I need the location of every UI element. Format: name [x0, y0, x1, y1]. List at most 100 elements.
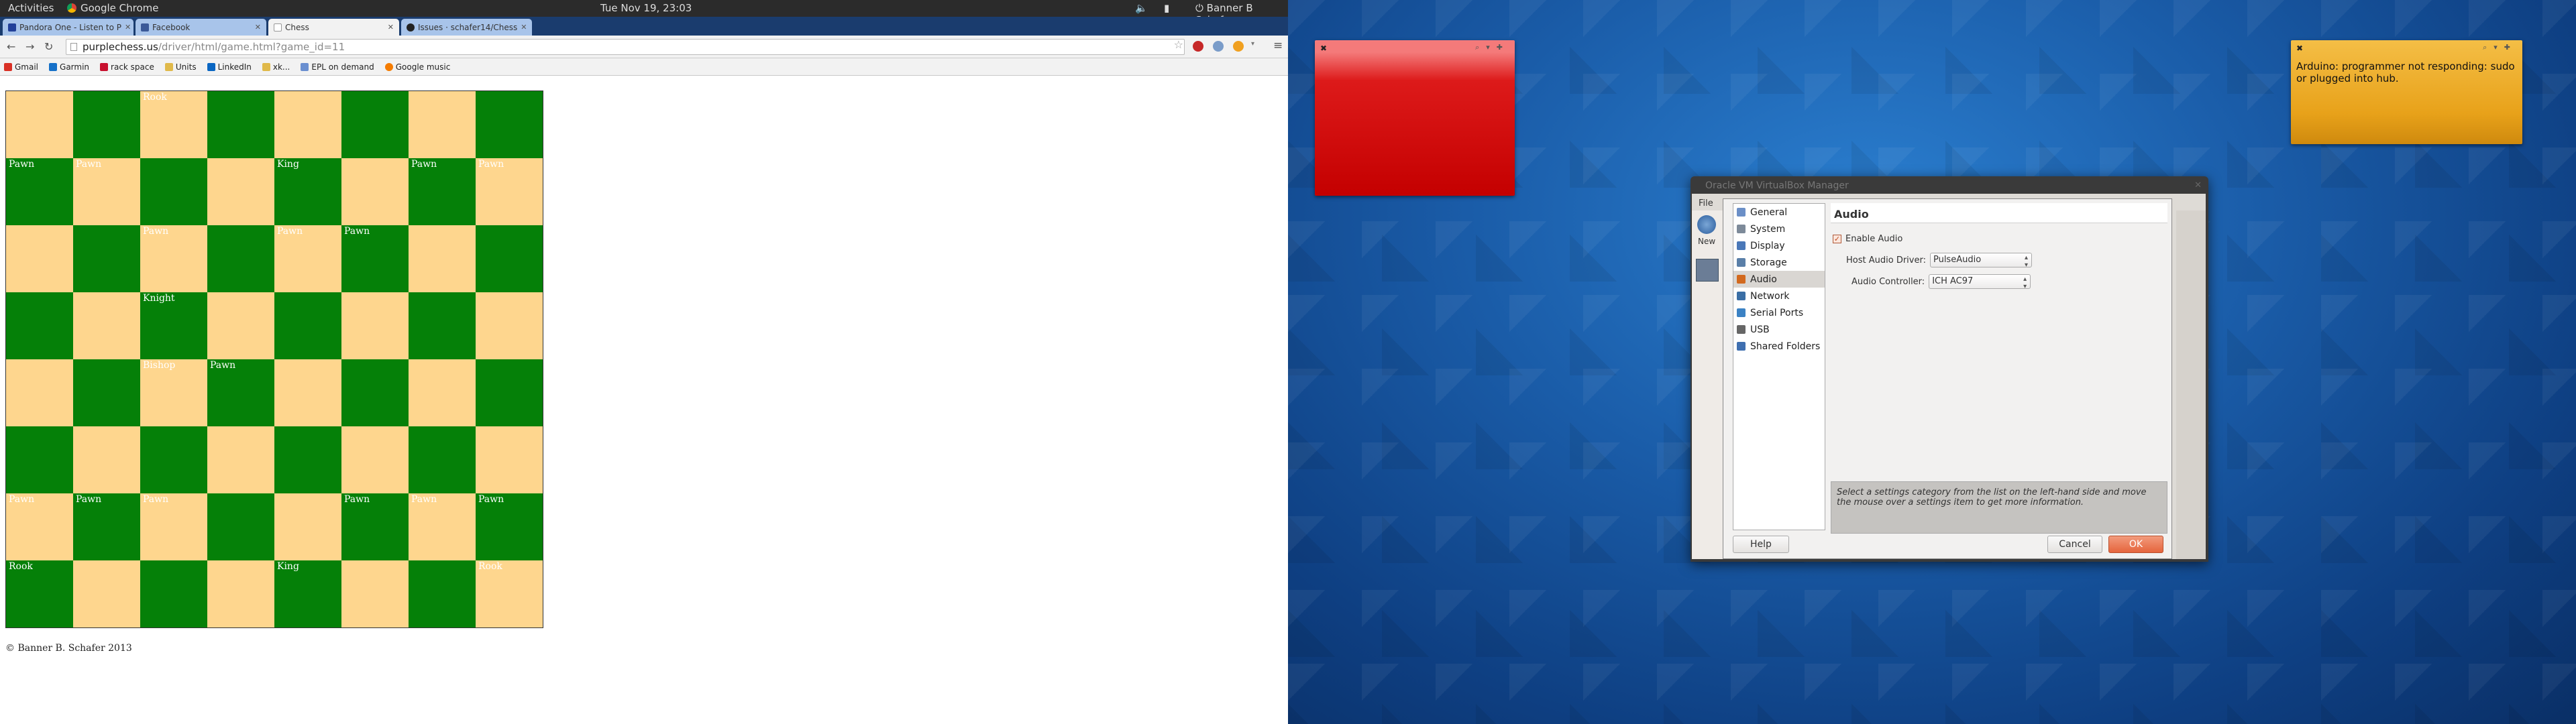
volume-icon[interactable]: 🔈	[1135, 2, 1148, 14]
file-menu[interactable]: File	[1699, 198, 1713, 208]
board-square[interactable]	[409, 359, 476, 426]
activities-button[interactable]: Activities	[8, 2, 54, 14]
board-square[interactable]	[6, 359, 73, 426]
board-square[interactable]: Pawn	[207, 359, 274, 426]
close-window-icon[interactable]: ✕	[2194, 180, 2202, 190]
category-general[interactable]: General	[1733, 204, 1825, 221]
board-square[interactable]: Rook	[140, 91, 207, 158]
reload-icon[interactable]: ↻	[44, 40, 53, 53]
board-square[interactable]	[73, 426, 140, 493]
bookmark-google-music[interactable]: Google music	[384, 62, 450, 72]
close-icon[interactable]: ✖	[2296, 44, 2303, 53]
adblock-icon[interactable]	[1193, 41, 1203, 52]
board-square[interactable]: Pawn	[140, 225, 207, 292]
note-controls[interactable]: ⌕▾✚	[2483, 43, 2517, 52]
note-text[interactable]: Arduino: programmer not responding: sudo…	[2296, 60, 2516, 84]
category-shared-folders[interactable]: Shared Folders	[1733, 338, 1825, 355]
board-square[interactable]	[207, 158, 274, 225]
board-square[interactable]	[73, 292, 140, 359]
new-vm-icon[interactable]	[1697, 215, 1716, 234]
enable-audio-checkbox[interactable]: ✓	[1833, 235, 1841, 243]
board-square[interactable]: Pawn	[409, 158, 476, 225]
new-vm-label[interactable]: New	[1698, 237, 1715, 246]
board-square[interactable]: Pawn	[341, 493, 409, 560]
close-icon[interactable]: ✕	[521, 23, 527, 32]
board-square[interactable]	[6, 292, 73, 359]
bookmark-rackspace[interactable]: rack space	[100, 62, 154, 72]
ok-button[interactable]: OK	[2108, 536, 2163, 553]
board-square[interactable]	[476, 292, 543, 359]
board-square[interactable]	[409, 225, 476, 292]
sticky-note-orange[interactable]: ✖ ⌕▾✚ Arduino: programmer not responding…	[2291, 40, 2522, 144]
board-square[interactable]	[274, 493, 341, 560]
board-square[interactable]	[409, 91, 476, 158]
board-square[interactable]: Pawn	[140, 493, 207, 560]
category-storage[interactable]: Storage	[1733, 254, 1825, 271]
board-square[interactable]	[341, 560, 409, 627]
board-square[interactable]	[476, 426, 543, 493]
battery-icon[interactable]: ▮	[1164, 2, 1169, 14]
board-square[interactable]: King	[274, 158, 341, 225]
board-square[interactable]	[73, 225, 140, 292]
audio-controller-select[interactable]: ICH AC97 ▴ ▾	[1929, 274, 2031, 290]
board-square[interactable]: Pawn	[341, 225, 409, 292]
tab-chess[interactable]: Chess ✕	[268, 19, 399, 36]
category-audio[interactable]: Audio	[1733, 271, 1825, 288]
board-square[interactable]	[6, 426, 73, 493]
host-driver-select[interactable]: PulseAudio ▴ ▾	[1929, 253, 2032, 269]
board-square[interactable]	[73, 359, 140, 426]
board-square[interactable]: Pawn	[6, 493, 73, 560]
bookmark-gmail[interactable]: Gmail	[4, 62, 38, 72]
bookmark-xk[interactable]: xk...	[262, 62, 290, 72]
close-icon[interactable]: ✕	[255, 23, 261, 32]
board-square[interactable]	[207, 560, 274, 627]
cancel-button[interactable]: Cancel	[2047, 536, 2102, 553]
board-square[interactable]: Knight	[140, 292, 207, 359]
board-square[interactable]	[6, 225, 73, 292]
forward-icon[interactable]: →	[25, 40, 34, 53]
board-square[interactable]	[207, 292, 274, 359]
board-square[interactable]	[6, 91, 73, 158]
board-square[interactable]: Rook	[6, 560, 73, 627]
board-square[interactable]	[274, 426, 341, 493]
chrome-menu-icon[interactable]: ≡	[1273, 39, 1283, 52]
board-square[interactable]	[73, 91, 140, 158]
category-display[interactable]: Display	[1733, 237, 1825, 254]
board-square[interactable]	[207, 426, 274, 493]
help-button[interactable]: Help	[1733, 536, 1789, 553]
board-square[interactable]	[274, 359, 341, 426]
close-icon[interactable]: ✕	[125, 23, 131, 32]
enable-audio-row[interactable]: ✓ Enable Audio	[1833, 234, 1902, 244]
app-menu[interactable]: Google Chrome	[67, 2, 159, 14]
board-square[interactable]: Pawn	[274, 225, 341, 292]
board-square[interactable]	[274, 91, 341, 158]
clock[interactable]: Tue Nov 19, 23:03	[600, 2, 692, 14]
board-square[interactable]: Pawn	[476, 158, 543, 225]
board-square[interactable]: King	[274, 560, 341, 627]
board-square[interactable]	[341, 91, 409, 158]
category-system[interactable]: System	[1733, 221, 1825, 237]
board-square[interactable]	[207, 225, 274, 292]
bookmark-star-icon[interactable]: ☆	[1174, 38, 1183, 51]
address-bar[interactable]: purplechess.us/driver/html/game.html?gam…	[66, 39, 1185, 55]
back-icon[interactable]: ←	[7, 40, 15, 53]
board-square[interactable]	[140, 560, 207, 627]
bookmark-linkedin[interactable]: LinkedIn	[207, 62, 252, 72]
close-icon[interactable]: ✕	[388, 23, 394, 32]
board-square[interactable]	[476, 225, 543, 292]
board-square[interactable]	[207, 493, 274, 560]
board-square[interactable]	[274, 292, 341, 359]
board-square[interactable]: Pawn	[6, 158, 73, 225]
extension-menu-icon[interactable]: ▾	[1251, 40, 1258, 51]
vm-list-icon[interactable]	[1696, 259, 1719, 282]
board-square[interactable]	[207, 91, 274, 158]
board-square[interactable]	[341, 426, 409, 493]
board-square[interactable]	[341, 359, 409, 426]
board-square[interactable]	[341, 158, 409, 225]
category-usb[interactable]: USB	[1733, 321, 1825, 338]
board-square[interactable]	[409, 426, 476, 493]
bookmark-epl[interactable]: EPL on demand	[301, 62, 374, 72]
board-square[interactable]: Rook	[476, 560, 543, 627]
tab-pandora[interactable]: Pandora One - Listen to P ✕	[3, 19, 133, 36]
board-square[interactable]	[409, 560, 476, 627]
